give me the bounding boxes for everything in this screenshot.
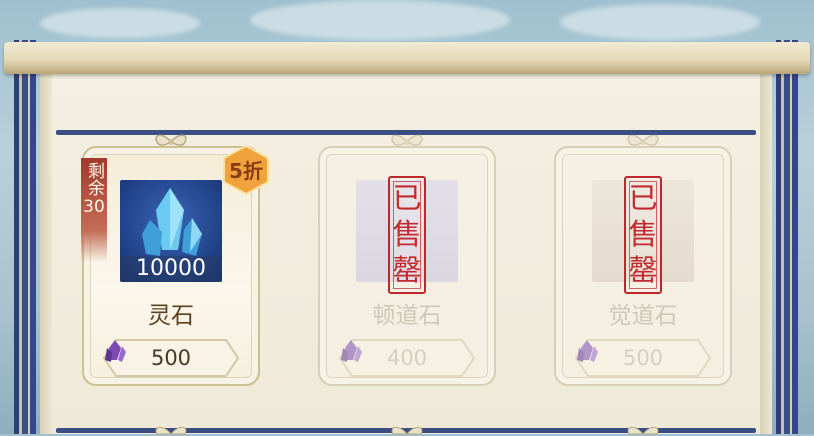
knot-ornament-icon <box>155 426 187 435</box>
item-name: 觉道石 <box>608 303 678 329</box>
stock-remaining-tag: 剩余 30 <box>81 158 107 262</box>
purple-crystal-icon <box>577 340 598 362</box>
spirit-stone-item: 10000 <box>120 180 222 282</box>
stock-count: 30 <box>83 197 105 217</box>
paper-edge-right <box>760 74 772 434</box>
shop-item-card[interactable]: 已售罄 顿道石 400 <box>318 134 496 386</box>
discount-label: 5折 <box>229 159 263 183</box>
purple-crystal-icon <box>105 340 126 362</box>
scroll-right-border <box>776 40 798 434</box>
price-value: 400 <box>386 346 428 370</box>
item-name: 灵石 <box>148 303 194 329</box>
purple-crystal-icon <box>341 340 362 362</box>
scroll-left-border <box>14 40 36 434</box>
knot-ornament-icon <box>391 426 423 435</box>
price-value: 500 <box>622 346 664 370</box>
stock-label: 剩余 <box>84 162 104 196</box>
item-quantity: 10000 <box>120 256 222 282</box>
discount-badge: 5折 <box>220 144 272 196</box>
sold-out-stamp: 已售罄 <box>388 176 426 294</box>
buy-button[interactable]: 400 <box>338 338 476 378</box>
knot-ornament-icon <box>155 134 187 146</box>
knot-ornament-icon <box>391 134 423 146</box>
knot-ornament-icon <box>627 134 659 146</box>
shop-item-card[interactable]: 已售罄 觉道石 500 <box>554 134 732 386</box>
item-name: 顿道石 <box>372 303 442 329</box>
shop-item-card[interactable]: 10000 剩余 30 5折 灵石 500 <box>81 134 269 386</box>
sold-out-stamp: 已售罄 <box>624 176 662 294</box>
buy-button[interactable]: 500 <box>574 338 712 378</box>
scroll-top-rod <box>4 42 810 74</box>
paper-edge-left <box>40 74 52 434</box>
price-value: 500 <box>150 346 192 370</box>
buy-button[interactable]: 500 <box>102 338 240 378</box>
knot-ornament-icon <box>627 426 659 435</box>
